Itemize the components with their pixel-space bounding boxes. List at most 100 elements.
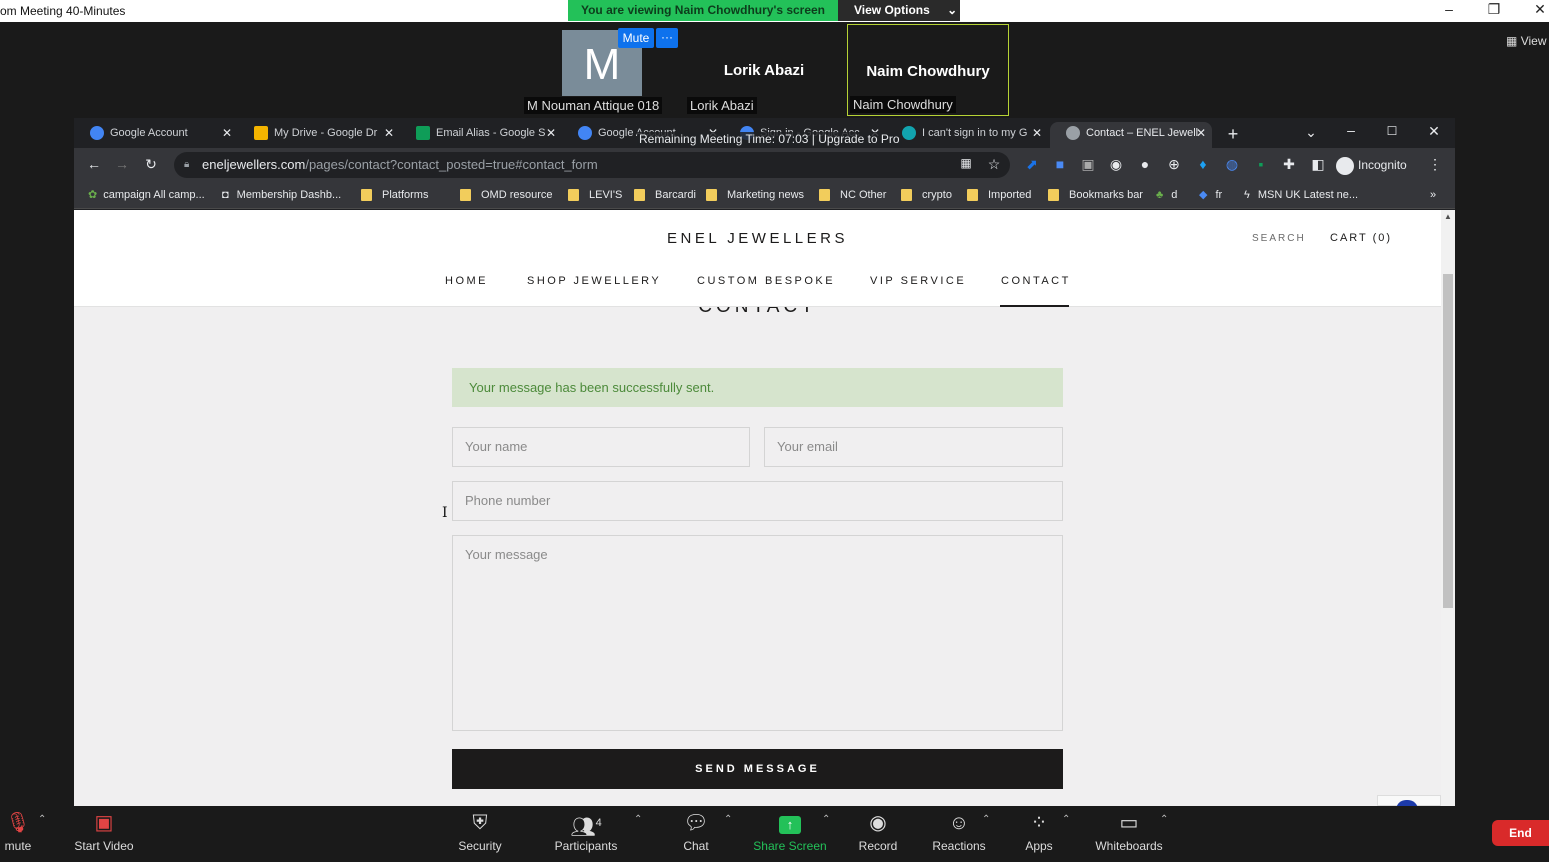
folder-icon: [634, 189, 645, 202]
chevron-up-icon[interactable]: ⌃: [634, 814, 642, 825]
start-video-button[interactable]: ▣ Start Video: [70, 806, 138, 862]
bookmark-item[interactable]: ◘ Membership Dashb...: [222, 187, 341, 203]
reload-icon[interactable]: ↻: [142, 156, 160, 173]
name-field[interactable]: Your name: [452, 427, 750, 467]
chevron-up-icon[interactable]: ⌃: [1062, 814, 1070, 825]
record-button[interactable]: ◉ Record: [856, 806, 900, 862]
close-icon[interactable]: ✕: [1032, 122, 1042, 144]
puzzle-icon[interactable]: ✚: [1280, 156, 1298, 173]
share-screen-button[interactable]: ↑ Share Screen: [752, 806, 828, 862]
chevron-up-icon[interactable]: ⌃: [724, 814, 732, 825]
chat-button[interactable]: 💬︎ Chat: [676, 806, 716, 862]
bookmark-folder[interactable]: crypto: [901, 187, 952, 203]
close-icon[interactable]: ✕: [1196, 122, 1206, 144]
tab-email-alias[interactable]: Email Alias - Google S ✕: [400, 122, 562, 148]
url-host: eneljewellers.com: [202, 157, 306, 172]
incognito-indicator[interactable]: Incognito: [1336, 152, 1416, 178]
security-button[interactable]: ⛨ Security: [452, 806, 508, 862]
close-icon[interactable]: ✕: [222, 122, 232, 144]
page-scrollbar[interactable]: ▲: [1441, 210, 1455, 806]
qr-code-icon[interactable]: ▦: [957, 156, 975, 170]
code-extension-icon[interactable]: ▣: [1079, 156, 1097, 173]
extension-icon[interactable]: ⬈: [1023, 156, 1041, 173]
bookmark-folder[interactable]: Barcardi: [634, 187, 696, 203]
tab-my-drive[interactable]: My Drive - Google Dr ✕: [238, 122, 400, 148]
close-icon[interactable]: ✕: [546, 122, 556, 144]
scroll-up-icon[interactable]: ▲: [1444, 212, 1452, 221]
star-icon[interactable]: ☆: [985, 156, 1003, 173]
search-link[interactable]: SEARCH: [1252, 233, 1306, 244]
participant-tile-lorik[interactable]: Lorik Abazi Lorik Abazi: [685, 24, 843, 116]
new-tab-icon[interactable]: +: [1224, 124, 1242, 145]
apps-icon: ⁘: [1030, 812, 1048, 834]
twitter-icon[interactable]: ♦: [1194, 156, 1212, 172]
bookmark-folder[interactable]: Imported: [967, 187, 1031, 203]
chevron-up-icon[interactable]: ⌃: [38, 814, 46, 825]
browser-toolbar: ← → ↻ 🔒︎ eneljewellers.com/pages/contact…: [74, 148, 1455, 182]
end-meeting-button[interactable]: End: [1492, 820, 1549, 846]
tab-contact-enel[interactable]: Contact – ENEL Jewell ✕: [1050, 122, 1212, 148]
side-panel-icon[interactable]: ◧: [1309, 156, 1327, 173]
message-field[interactable]: Your message: [452, 535, 1063, 731]
forward-icon[interactable]: →: [113, 156, 131, 172]
scrollbar-thumb[interactable]: [1443, 274, 1453, 608]
nav-shop-jewellery[interactable]: SHOP JEWELLERY: [527, 275, 661, 287]
bookmark-item[interactable]: ϟ MSN UK Latest ne...: [1244, 187, 1358, 203]
view-button[interactable]: ▦ View: [1506, 34, 1546, 48]
nav-custom-bespoke[interactable]: CUSTOM BESPOKE: [697, 275, 835, 287]
tab-search-icon[interactable]: ⌄: [1302, 124, 1320, 141]
close-icon[interactable]: ✕: [1525, 1, 1549, 18]
minimize-icon[interactable]: –: [1342, 122, 1360, 138]
recaptcha-badge[interactable]: [1377, 795, 1441, 806]
site-logo[interactable]: ENEL JEWELLERS: [74, 230, 1441, 247]
bookmark-item[interactable]: ◆ fr: [1199, 187, 1222, 203]
participant-tile-naim[interactable]: Naim Chowdhury Naim Chowdhury: [847, 24, 1009, 116]
bookmark-folder[interactable]: NC Other: [819, 187, 886, 203]
phone-field[interactable]: Phone number: [452, 481, 1063, 521]
restore-icon[interactable]: ❐: [1479, 1, 1509, 18]
tab-google-account[interactable]: Google Account ✕: [74, 122, 238, 148]
bookmarks-overflow-button[interactable]: »: [1430, 187, 1436, 203]
minimize-icon[interactable]: –: [1434, 1, 1464, 17]
extension-icon[interactable]: ◉: [1107, 156, 1125, 173]
close-icon[interactable]: ✕: [1425, 123, 1443, 140]
bookmark-folder[interactable]: LEVI'S: [568, 187, 622, 203]
maximize-icon[interactable]: ☐: [1383, 124, 1401, 138]
cart-link[interactable]: CART (0): [1330, 232, 1392, 244]
mute-button[interactable]: Mute: [618, 28, 654, 48]
sheets-icon: [416, 126, 430, 141]
nav-vip-service[interactable]: VIP SERVICE: [870, 275, 966, 287]
extension-icon[interactable]: ◍: [1223, 156, 1241, 173]
email-field[interactable]: Your email: [764, 427, 1063, 467]
extension-icon[interactable]: ●: [1136, 156, 1154, 172]
chevron-up-icon[interactable]: ⌃: [822, 814, 830, 825]
incognito-icon: [1336, 156, 1354, 175]
bookmark-item[interactable]: ✿ campaign All camp...: [88, 187, 205, 203]
whiteboards-button[interactable]: ▭ Whiteboards: [1092, 806, 1166, 862]
apps-button[interactable]: ⁘ Apps: [1022, 806, 1056, 862]
bookmark-folder[interactable]: Marketing news: [706, 187, 804, 203]
send-message-button[interactable]: SEND MESSAGE: [452, 749, 1063, 789]
more-options-button[interactable]: ···: [656, 28, 678, 48]
extension-icon[interactable]: ■: [1051, 156, 1069, 172]
chevron-up-icon[interactable]: ⌃: [1160, 814, 1168, 825]
unmute-button[interactable]: 🎙︎ mute: [0, 806, 36, 862]
chevron-up-icon[interactable]: ⌃: [982, 814, 990, 825]
menu-icon[interactable]: ⋮: [1426, 156, 1444, 173]
close-icon[interactable]: ✕: [384, 122, 394, 144]
tab-cant-sign-in[interactable]: I can't sign in to my G ✕: [886, 122, 1048, 148]
nav-home[interactable]: HOME: [445, 275, 488, 287]
participants-button[interactable]: 👥︎4 Participants: [552, 806, 620, 862]
bookmark-folder[interactable]: OMD resource: [460, 187, 553, 203]
extension-icon[interactable]: ⊕: [1165, 156, 1183, 173]
nav-contact[interactable]: CONTACT: [1001, 275, 1071, 287]
back-icon[interactable]: ←: [85, 156, 103, 172]
bookmark-folder[interactable]: Platforms: [361, 187, 428, 203]
bookmark-item[interactable]: ♣ d: [1156, 187, 1177, 203]
meeting-controls: 🎙︎ mute ⌃ ▣ Start Video ⛨ Security 👥︎4 P…: [0, 806, 1549, 862]
bookmark-folder[interactable]: Bookmarks bar: [1048, 187, 1143, 203]
view-options-button[interactable]: View Options ⌄: [838, 0, 960, 21]
extension-on-icon[interactable]: ▪: [1252, 156, 1270, 172]
reactions-button[interactable]: ☺ Reactions: [930, 806, 988, 862]
address-bar[interactable]: 🔒︎ eneljewellers.com/pages/contact?conta…: [174, 152, 1010, 178]
